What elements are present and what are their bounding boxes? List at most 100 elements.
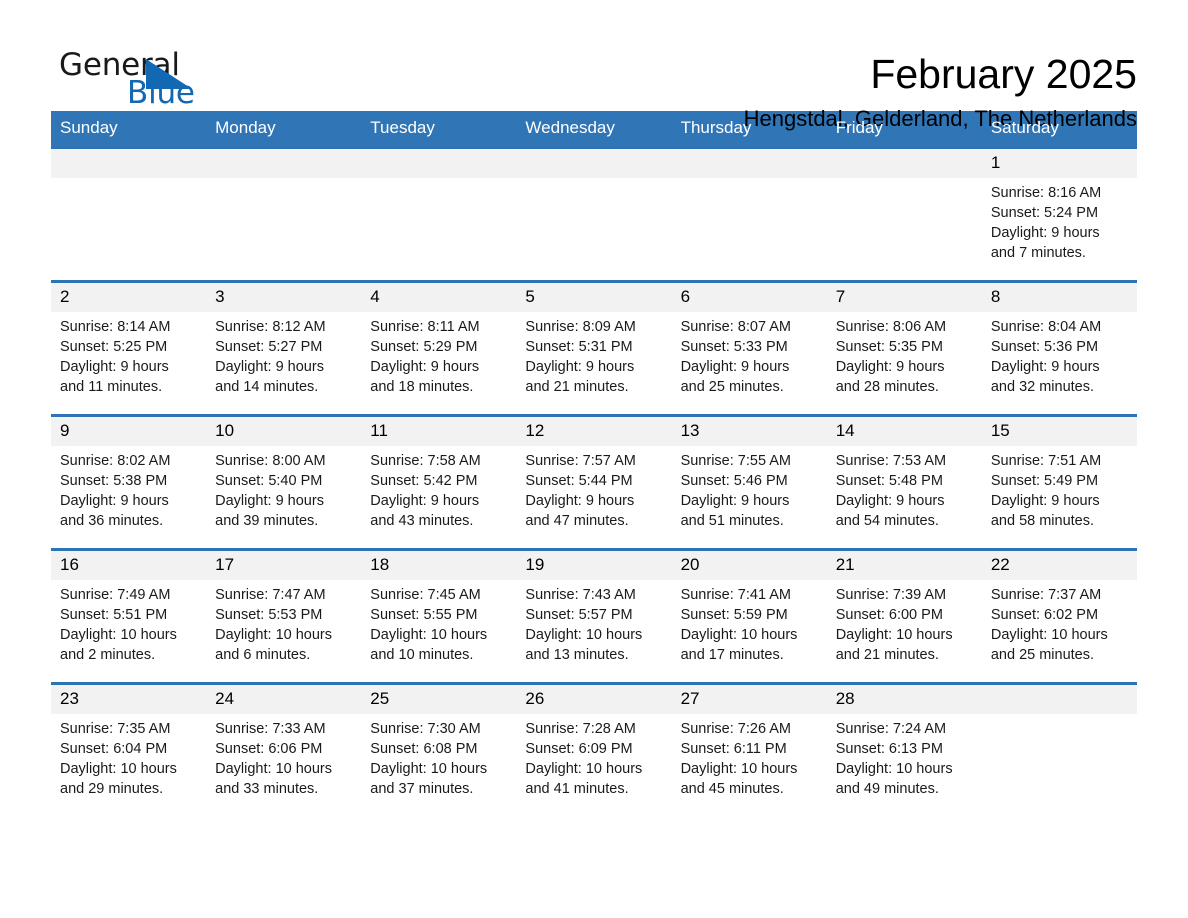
daylight-text-line1: Daylight: 9 hours xyxy=(370,493,480,509)
sunset-text: Sunset: 5:49 PM xyxy=(990,473,1099,489)
day-details: Sunrise: 8:00 AM Sunset: 5:40 PM Daylight:… xyxy=(206,446,361,531)
daylight-text-line2: and 37 minutes. xyxy=(370,781,474,797)
sunset-text: Sunset: 6:00 PM xyxy=(835,607,943,623)
daylight-text-line1: Daylight: 9 hours xyxy=(990,225,1100,241)
calendar-empty-cell xyxy=(206,146,362,282)
calendar-day-cell[interactable]: 17 Sunrise: 7:47 AM Sunset: 5:53 PM Dayligh… xyxy=(206,548,362,684)
calendar-day-cell[interactable]: 1 Sunrise: 8:16 AM Sunset: 5:24 PM Daylight… xyxy=(981,146,1137,282)
calendar-day-cell[interactable]: 5 Sunrise: 8:09 AM Sunset: 5:31 PM Daylight… xyxy=(516,280,672,416)
calendar-day-cell[interactable]: 4 Sunrise: 8:11 AM Sunset: 5:29 PM Daylight… xyxy=(361,280,517,416)
sunrise-text: Sunrise: 7:37 AM xyxy=(990,587,1102,603)
daylight-text-line1: Daylight: 9 hours xyxy=(680,493,790,509)
calendar-day-cell[interactable]: 27 Sunrise: 7:26 AM Sunset: 6:11 PM Dayligh… xyxy=(671,682,827,816)
day-number: 9 xyxy=(51,417,207,446)
day-number: 2 xyxy=(51,283,207,312)
sunrise-text: Sunrise: 7:33 AM xyxy=(215,721,326,737)
calendar-day-cell[interactable]: 9 Sunrise: 8:02 AM Sunset: 5:38 PM Daylight… xyxy=(51,414,207,550)
calendar-day-cell[interactable]: 28 Sunrise: 7:24 AM Sunset: 6:13 PM Dayligh… xyxy=(826,682,982,816)
daylight-text-line2: and 54 minutes. xyxy=(835,513,939,529)
sunset-text: Sunset: 5:33 PM xyxy=(680,339,788,355)
daylight-text-line2: and 18 minutes. xyxy=(370,379,474,395)
sunrise-text: Sunrise: 7:53 AM xyxy=(835,453,947,469)
calendar-day-cell[interactable]: 26 Sunrise: 7:28 AM Sunset: 6:09 PM Dayligh… xyxy=(516,682,672,816)
calendar-empty-cell xyxy=(981,682,1137,816)
calendar-day-cell[interactable]: 7 Sunrise: 8:06 AM Sunset: 5:35 PM Daylight… xyxy=(826,280,982,416)
calendar-day-cell[interactable]: 3 Sunrise: 8:12 AM Sunset: 5:27 PM Daylight… xyxy=(206,280,362,416)
calendar-week-row: 1 Sunrise: 8:16 AM Sunset: 5:24 PM Daylight… xyxy=(51,146,1137,282)
day-details: Sunrise: 8:07 AM Sunset: 5:33 PM Daylight:… xyxy=(672,312,827,397)
day-number xyxy=(826,149,982,178)
daylight-text-line1: Daylight: 10 hours xyxy=(990,627,1108,643)
sunrise-text: Sunrise: 8:09 AM xyxy=(525,319,636,335)
calendar-day-cell[interactable]: 13 Sunrise: 7:55 AM Sunset: 5:46 PM Dayligh… xyxy=(671,414,827,550)
calendar-day-cell[interactable]: 24 Sunrise: 7:33 AM Sunset: 6:06 PM Dayligh… xyxy=(206,682,362,816)
sunset-text: Sunset: 5:55 PM xyxy=(370,607,478,623)
day-number: 3 xyxy=(206,283,362,312)
calendar-day-cell[interactable]: 23 Sunrise: 7:35 AM Sunset: 6:04 PM Dayligh… xyxy=(51,682,207,816)
day-details: Sunrise: 7:26 AM Sunset: 6:11 PM Daylight:… xyxy=(672,714,827,799)
day-number: 22 xyxy=(981,551,1137,580)
calendar-day-cell[interactable]: 22 Sunrise: 7:37 AM Sunset: 6:02 PM Dayligh… xyxy=(981,548,1137,684)
daylight-text-line1: Daylight: 9 hours xyxy=(990,359,1100,375)
daylight-text-line1: Daylight: 9 hours xyxy=(370,359,480,375)
page-header: General Blue February 2025 Hengstdal, Ge… xyxy=(51,0,1137,131)
logo-text-blue: Blue xyxy=(127,75,195,111)
sunrise-text: Sunrise: 7:47 AM xyxy=(215,587,326,603)
day-number: 28 xyxy=(826,685,982,714)
day-details: Sunrise: 7:47 AM Sunset: 5:53 PM Daylight:… xyxy=(206,580,361,665)
sunrise-text: Sunrise: 7:39 AM xyxy=(835,587,947,603)
day-details: Sunrise: 7:58 AM Sunset: 5:42 PM Daylight:… xyxy=(361,446,516,531)
daylight-text-line1: Daylight: 10 hours xyxy=(215,627,333,643)
daylight-text-line2: and 6 minutes. xyxy=(215,647,311,663)
calendar-empty-cell xyxy=(516,146,672,282)
weekday-header-sunday: Sunday xyxy=(51,111,207,148)
calendar-day-cell[interactable]: 8 Sunrise: 8:04 AM Sunset: 5:36 PM Daylight… xyxy=(981,280,1137,416)
daylight-text-line1: Daylight: 10 hours xyxy=(215,761,333,777)
day-number xyxy=(361,149,517,178)
day-number: 26 xyxy=(516,685,672,714)
calendar-day-cell[interactable]: 25 Sunrise: 7:30 AM Sunset: 6:08 PM Dayligh… xyxy=(361,682,517,816)
sunset-text: Sunset: 5:25 PM xyxy=(60,339,168,355)
day-number xyxy=(206,149,362,178)
calendar-day-cell[interactable]: 10 Sunrise: 8:00 AM Sunset: 5:40 PM Dayligh… xyxy=(206,414,362,550)
day-details: Sunrise: 8:09 AM Sunset: 5:31 PM Daylight:… xyxy=(516,312,671,397)
calendar-day-cell[interactable]: 14 Sunrise: 7:53 AM Sunset: 5:48 PM Dayligh… xyxy=(826,414,982,550)
sunrise-text: Sunrise: 7:41 AM xyxy=(680,587,791,603)
calendar-day-cell[interactable]: 12 Sunrise: 7:57 AM Sunset: 5:44 PM Dayligh… xyxy=(516,414,672,550)
day-number: 25 xyxy=(361,685,517,714)
daylight-text-line2: and 17 minutes. xyxy=(680,647,784,663)
daylight-text-line2: and 29 minutes. xyxy=(60,781,164,797)
day-details: Sunrise: 7:35 AM Sunset: 6:04 PM Daylight:… xyxy=(51,714,206,799)
daylight-text-line1: Daylight: 9 hours xyxy=(835,493,945,509)
day-number: 23 xyxy=(51,685,207,714)
calendar-day-cell[interactable]: 6 Sunrise: 8:07 AM Sunset: 5:33 PM Daylight… xyxy=(671,280,827,416)
calendar-day-cell[interactable]: 16 Sunrise: 7:49 AM Sunset: 5:51 PM Dayligh… xyxy=(51,548,207,684)
sunrise-text: Sunrise: 8:12 AM xyxy=(215,319,326,335)
daylight-text-line1: Daylight: 9 hours xyxy=(680,359,790,375)
day-number: 11 xyxy=(361,417,517,446)
sunrise-text: Sunrise: 7:43 AM xyxy=(525,587,636,603)
calendar-day-cell[interactable]: 19 Sunrise: 7:43 AM Sunset: 5:57 PM Dayligh… xyxy=(516,548,672,684)
daylight-text-line2: and 47 minutes. xyxy=(525,513,629,529)
day-details: Sunrise: 7:33 AM Sunset: 6:06 PM Daylight:… xyxy=(206,714,361,799)
daylight-text-line2: and 21 minutes. xyxy=(835,647,939,663)
calendar-day-cell[interactable]: 2 Sunrise: 8:14 AM Sunset: 5:25 PM Daylight… xyxy=(51,280,207,416)
sunset-text: Sunset: 5:24 PM xyxy=(990,205,1099,221)
daylight-text-line1: Daylight: 9 hours xyxy=(215,359,324,375)
daylight-text-line2: and 21 minutes. xyxy=(525,379,629,395)
day-details: Sunrise: 7:55 AM Sunset: 5:46 PM Daylight:… xyxy=(672,446,827,531)
sunrise-text: Sunrise: 7:35 AM xyxy=(60,721,171,737)
sunset-text: Sunset: 5:29 PM xyxy=(370,339,478,355)
daylight-text-line2: and 41 minutes. xyxy=(525,781,629,797)
sunset-text: Sunset: 6:04 PM xyxy=(60,741,168,757)
calendar-day-cell[interactable]: 21 Sunrise: 7:39 AM Sunset: 6:00 PM Dayligh… xyxy=(826,548,982,684)
day-number: 14 xyxy=(826,417,982,446)
sunrise-text: Sunrise: 7:57 AM xyxy=(525,453,636,469)
calendar-day-cell[interactable]: 20 Sunrise: 7:41 AM Sunset: 5:59 PM Dayligh… xyxy=(671,548,827,684)
daylight-text-line2: and 39 minutes. xyxy=(215,513,319,529)
calendar-day-cell[interactable]: 18 Sunrise: 7:45 AM Sunset: 5:55 PM Dayligh… xyxy=(361,548,517,684)
sunset-text: Sunset: 6:11 PM xyxy=(680,741,787,757)
day-details: Sunrise: 8:16 AM Sunset: 5:24 PM Daylight:… xyxy=(982,178,1137,263)
calendar-day-cell[interactable]: 15 Sunrise: 7:51 AM Sunset: 5:49 PM Dayligh… xyxy=(981,414,1137,550)
calendar-day-cell[interactable]: 11 Sunrise: 7:58 AM Sunset: 5:42 PM Dayligh… xyxy=(361,414,517,550)
